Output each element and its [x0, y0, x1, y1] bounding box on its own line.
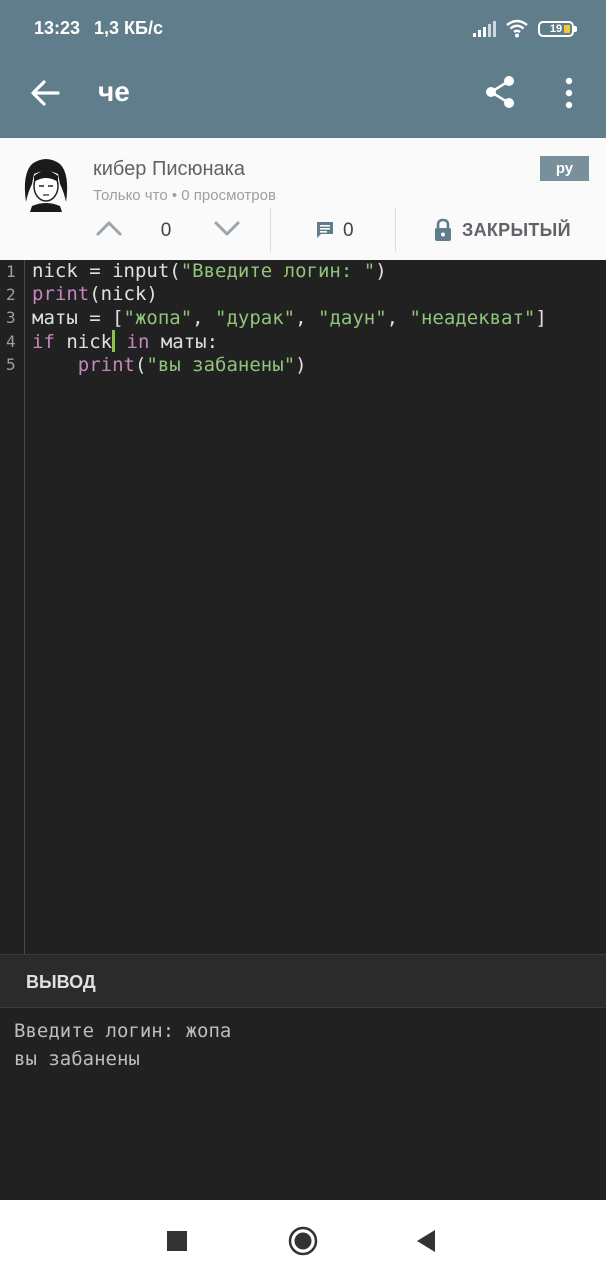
output-title: ВЫВОД: [26, 972, 96, 992]
code-token: (: [134, 354, 147, 376]
wifi-icon: [506, 19, 528, 38]
system-navigation-bar: [0, 1200, 606, 1280]
code-token: ,: [192, 307, 216, 329]
code-token: ]: [535, 307, 547, 329]
output-panel: Введите логин: жопа вы забанены: [0, 1008, 606, 1200]
code-token: "Введите логин: ": [180, 260, 376, 282]
line-number: 5: [6, 355, 16, 374]
author-name[interactable]: кибер Писюнака: [93, 158, 245, 181]
code-token: print: [77, 354, 135, 376]
line-number: 2: [6, 285, 16, 304]
code-token: "даун": [318, 307, 387, 329]
divider: [270, 208, 271, 252]
code-token: (nick): [89, 283, 158, 305]
code-token: ): [295, 354, 307, 376]
home-icon[interactable]: [288, 1226, 318, 1256]
comments-count[interactable]: 0: [343, 220, 354, 242]
battery-fill: [564, 25, 570, 33]
downvote-icon[interactable]: [212, 216, 242, 240]
code-token: "жопа": [123, 307, 193, 329]
line-number: 1: [6, 262, 16, 281]
code-token: ,: [386, 307, 410, 329]
code-token: print: [32, 283, 90, 305]
code-editor[interactable]: 1 2 3 4 5 nick = input("Введите логин: "…: [0, 260, 606, 954]
app-bar: че: [0, 48, 606, 138]
code-token: маты:: [149, 331, 219, 353]
battery-icon: 19: [538, 21, 577, 37]
code-token: ,: [295, 307, 319, 329]
line-number: 3: [6, 308, 16, 327]
status-time: 13:23: [34, 18, 81, 38]
back-icon[interactable]: [415, 1228, 437, 1254]
battery-level: 19: [549, 23, 563, 35]
code-token: if: [32, 331, 55, 353]
code-line[interactable]: nick = input("Введите логин: "): [32, 260, 387, 282]
output-line: Введите логин: жопа: [14, 1020, 232, 1042]
back-arrow-icon[interactable]: [28, 76, 62, 110]
code-token: nick: [54, 331, 113, 353]
code-token: ): [375, 260, 387, 282]
code-line[interactable]: маты = ["жопа", "дурак", "даун", "неадек…: [32, 307, 547, 329]
page-title: че: [98, 76, 130, 107]
vote-count: 0: [160, 220, 172, 241]
output-header: ВЫВОД: [0, 954, 606, 1008]
code-line[interactable]: if nick in маты:: [32, 330, 218, 353]
divider: [395, 208, 396, 252]
more-options-icon[interactable]: [556, 76, 582, 110]
lock-icon: [435, 218, 451, 241]
code-line[interactable]: print(nick): [32, 283, 158, 305]
comments-icon[interactable]: [315, 220, 335, 240]
post-header: кибер Писюнака Только что • 0 просмотров…: [0, 138, 606, 260]
code-token: "вы забанены": [146, 354, 296, 376]
line-number-gutter: 1 2 3 4 5: [0, 260, 25, 954]
code-token: nick = input(: [32, 260, 181, 282]
recent-apps-icon[interactable]: [167, 1231, 187, 1251]
post-meta: Только что • 0 просмотров: [93, 187, 276, 204]
language-badge: ру: [540, 156, 589, 181]
line-number: 4: [6, 332, 16, 351]
privacy-status: ЗАКРЫТЫЙ: [462, 220, 571, 240]
signal-icon: [473, 21, 496, 37]
code-token: маты = [: [32, 307, 124, 329]
code-token: "неадекват": [409, 307, 536, 329]
share-icon[interactable]: [482, 74, 518, 110]
avatar[interactable]: [18, 154, 74, 212]
status-network-speed: 1,3 КБ/с: [94, 18, 163, 38]
code-token: in: [115, 331, 150, 353]
output-line: вы забанены: [14, 1048, 140, 1070]
code-line[interactable]: print("вы забанены"): [32, 354, 307, 376]
upvote-icon[interactable]: [94, 216, 124, 240]
status-bar: 13:23 1,3 КБ/с 19: [0, 0, 606, 48]
code-token: "дурак": [215, 307, 296, 329]
